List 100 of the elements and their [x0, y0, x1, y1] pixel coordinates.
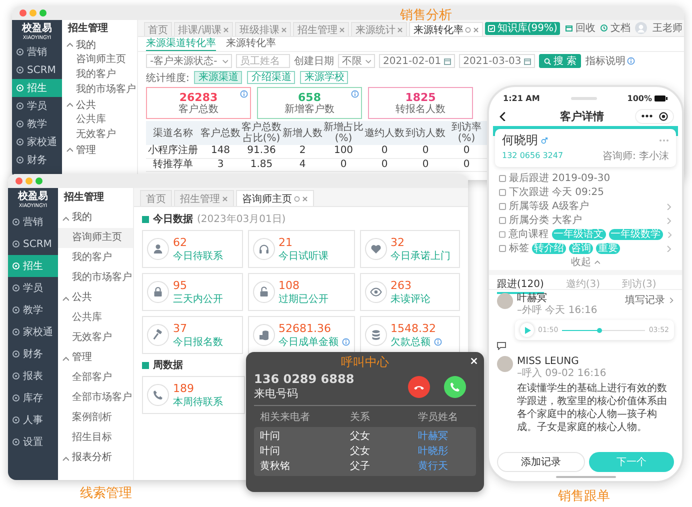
sidebar-item[interactable]: 营销 [8, 211, 58, 233]
field-label: 下次跟进 [509, 186, 549, 199]
sidebar-item[interactable]: 学员 [12, 97, 62, 115]
header-link[interactable]: 文档 [600, 21, 630, 35]
tab[interactable]: 来源渠道转化率 [146, 37, 216, 51]
tab[interactable]: 招生管理 [174, 190, 234, 206]
calendar-icon [524, 58, 532, 64]
nav-item[interactable]: 无效客户 [62, 127, 137, 142]
sidebar-item[interactable]: 教学 [12, 115, 62, 133]
nav-group[interactable]: 管理 [62, 142, 137, 157]
tag-chip: 一年级数学 [608, 228, 662, 240]
tag-chip: 转介绍 [532, 242, 566, 254]
staff-input-field[interactable]: 员工姓名 [236, 54, 290, 68]
date-field[interactable]: 2021-02-01 [379, 54, 456, 68]
help-link[interactable]: 指标说明 [585, 54, 636, 68]
nav-item[interactable]: 全部客户 [58, 368, 133, 388]
slider-thumb[interactable] [597, 328, 602, 332]
record-meta: –呼入 09-02 16:16 [517, 368, 606, 380]
nav-group[interactable]: 公共 [62, 97, 137, 112]
range-select[interactable]: 不限 [338, 54, 375, 68]
tab[interactable]: 排课/调课 [174, 22, 234, 36]
record-text: 在读懂学生的基础上进行有效的数学跟进，教室里的核心价值体系由各个家庭中的核心人物—孩子构成。子女是家庭的核心人物。 [517, 382, 668, 434]
sidebar-item[interactable]: 库存 [8, 387, 58, 409]
column-header: 关系 [350, 410, 371, 425]
sidebar-item[interactable]: 教学 [8, 299, 58, 321]
section-title: 周数据 [153, 358, 183, 372]
headphones-icon [252, 238, 274, 260]
sidebar-item[interactable]: 财务 [12, 151, 62, 169]
caller-number: 136 0289 6888 [254, 372, 354, 386]
tab[interactable]: 来源转化率 [409, 22, 484, 36]
nav-item[interactable]: 我的市场客户 [62, 82, 137, 97]
person-icon [147, 238, 169, 260]
nav-item[interactable]: 全部市场客户 [58, 388, 133, 408]
menu-capsule[interactable] [635, 108, 674, 124]
chevron-up-icon [66, 146, 73, 153]
nav-item[interactable]: 我的市场客户 [58, 268, 133, 288]
nav-group[interactable]: 我的 [62, 37, 137, 52]
write-record-link[interactable]: 填写记录 [625, 293, 674, 307]
nav-item[interactable]: 我的客户 [62, 67, 137, 82]
sidebar-item[interactable]: SCRM [8, 233, 58, 255]
nav-group[interactable]: 管理 [58, 348, 133, 368]
tab[interactable]: 招生管理 [293, 22, 350, 36]
nav-item[interactable]: 我的客户 [58, 248, 133, 268]
sidebar-item[interactable]: 学员 [8, 277, 58, 299]
status-time: 1:21 AM [503, 94, 540, 103]
tag-chip: 一年级语文 [552, 228, 606, 240]
sidebar-item[interactable]: 家校通 [12, 133, 62, 151]
stat-label: 今日试听课 [278, 250, 328, 262]
nav-group[interactable]: 公共 [58, 288, 133, 308]
tab[interactable]: 班级排课 [235, 22, 292, 36]
chevron-up-icon [62, 454, 69, 462]
table-cell: 转推荐单 [146, 158, 200, 171]
caption: 销售跟单 [558, 488, 610, 505]
date-field[interactable]: 2021-03-03 [459, 54, 536, 68]
gavel-icon [147, 324, 169, 346]
stat-label: 新增客户数 [284, 104, 334, 116]
tab[interactable]: 首页 [144, 22, 172, 36]
column-header: 新增占比(%) [323, 121, 364, 145]
dimension-chip[interactable]: 来源学校 [300, 71, 348, 84]
nav-item[interactable]: 咨询师主页 [58, 228, 133, 248]
nav-item[interactable]: 无效客户 [58, 328, 133, 348]
sidebar-item[interactable]: 人事 [8, 409, 58, 431]
column-header: 相关来电者 [260, 410, 311, 425]
table-cell: 148 [200, 145, 241, 158]
nav-group[interactable]: 报表分析 [58, 448, 133, 468]
header-link[interactable]: 回收 [565, 21, 596, 35]
add-record-button[interactable]: 添加记录 [497, 452, 584, 472]
close-icon[interactable] [470, 357, 478, 365]
stat-value: 658 [298, 90, 321, 104]
nav-item[interactable]: 招生目标 [58, 428, 133, 448]
sidebar-item[interactable]: SCRM [12, 61, 62, 79]
sidebar-item[interactable]: 财务 [8, 343, 58, 365]
field-label: 意向课程 [508, 228, 548, 241]
dimension-chip[interactable]: 介绍渠道 [247, 71, 296, 84]
hang-up-button[interactable] [408, 376, 430, 398]
collapse-toggle[interactable]: 收起 [499, 255, 672, 268]
nav-item[interactable]: 案例剖析 [58, 408, 133, 428]
stat-value: 32 [390, 236, 406, 248]
user-menu[interactable]: 王老师 [652, 21, 684, 35]
sidebar-item[interactable]: 家校通 [8, 321, 58, 343]
phone-icon [449, 380, 461, 392]
sidebar-item[interactable]: 设置 [8, 431, 58, 453]
tab[interactable]: 咨询师主页 [236, 190, 314, 206]
field-label: 最后跟进 [509, 172, 549, 185]
circle-icon [16, 156, 24, 164]
back-icon[interactable] [497, 111, 507, 121]
sidebar-item[interactable]: 报表 [8, 365, 58, 387]
stat-label: 转报名人数 [396, 104, 446, 116]
tab[interactable]: 来源转化率 [226, 37, 276, 51]
section-date: (2023年03月01日) [197, 213, 286, 226]
tab[interactable]: 来源统计 [351, 22, 408, 36]
nav-group[interactable]: 我的 [58, 208, 133, 228]
answer-button[interactable] [444, 376, 466, 398]
nav-item[interactable]: 咨询师主页 [62, 52, 137, 67]
nav-item[interactable]: 公共库 [62, 112, 137, 127]
column-header: 学员姓名 [418, 411, 459, 425]
tab[interactable]: 首页 [140, 190, 172, 206]
nav-item[interactable]: 公共库 [58, 308, 133, 328]
sidebar-item[interactable]: 营销 [12, 43, 62, 61]
source-select[interactable]: -客户来源状态- [146, 54, 232, 68]
